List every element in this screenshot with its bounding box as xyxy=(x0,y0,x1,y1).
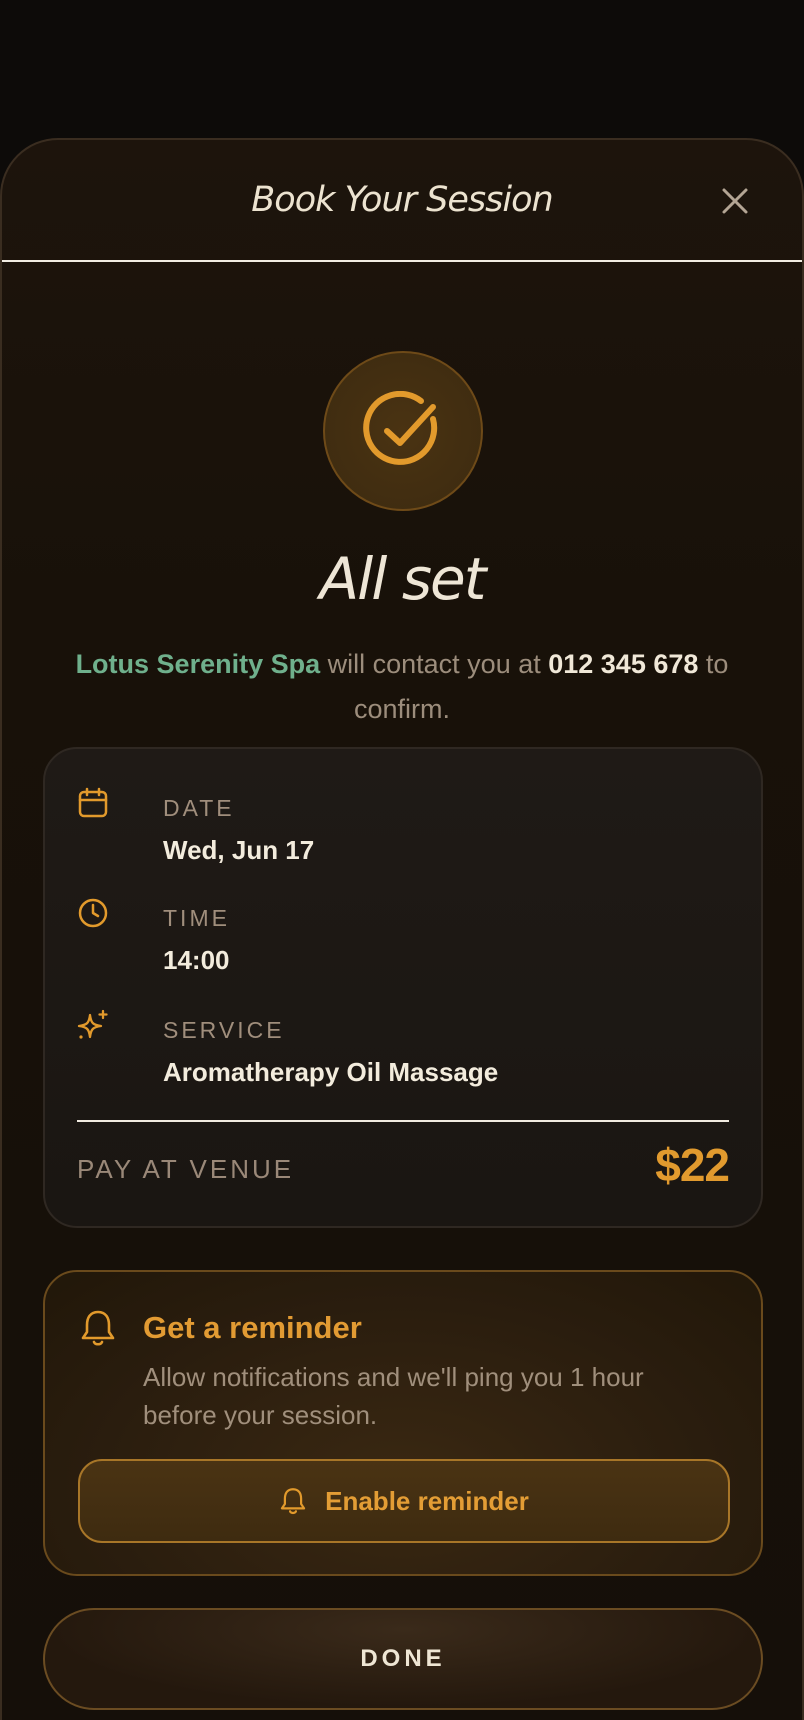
success-badge xyxy=(323,351,483,511)
details-divider xyxy=(77,1120,729,1122)
close-icon xyxy=(722,188,748,214)
sheet-title: Book Your Session xyxy=(251,180,553,220)
confirmation-heading: All set xyxy=(319,545,487,613)
date-value: Wed, Jun 17 xyxy=(163,835,315,865)
booking-details-card: DATE Wed, Jun 17 TIME 14:00 SERVICE Arom… xyxy=(43,747,763,1228)
bell-icon xyxy=(81,1310,115,1346)
reminder-description: Allow notifications and we'll ping you 1… xyxy=(143,1362,644,1430)
confirmation-text-middle: will contact you at xyxy=(320,649,549,679)
spa-name: Lotus Serenity Spa xyxy=(75,649,321,679)
clock-icon xyxy=(78,898,108,928)
sparkle-icon xyxy=(77,1009,108,1039)
time-label: TIME xyxy=(163,905,230,931)
enable-reminder-label: Enable reminder xyxy=(325,1485,529,1516)
booking-sheet: Book Your Session All set Lotus Serenity… xyxy=(0,138,804,1720)
date-label: DATE xyxy=(163,795,235,821)
close-button[interactable] xyxy=(718,184,752,218)
phone-number: 012 345 678 xyxy=(548,649,699,679)
sheet-header: Book Your Session xyxy=(2,140,802,262)
bell-icon xyxy=(280,1488,306,1515)
service-value: Aromatherapy Oil Massage xyxy=(163,1057,499,1087)
reminder-title: Get a reminder xyxy=(143,1310,362,1345)
done-button[interactable]: DONE xyxy=(43,1608,763,1710)
price: $22 xyxy=(655,1139,730,1191)
time-value: 14:00 xyxy=(163,945,230,975)
calendar-icon xyxy=(78,787,108,818)
service-label: SERVICE xyxy=(163,1017,285,1043)
check-circle-icon xyxy=(363,391,438,465)
reminder-card: Get a reminder Allow notifications and w… xyxy=(43,1270,763,1576)
enable-reminder-button[interactable]: Enable reminder xyxy=(78,1459,730,1543)
confirmation-message: Lotus Serenity Spa will contact you at 0… xyxy=(62,642,742,732)
done-label: DONE xyxy=(360,1645,446,1672)
pay-at-venue-label: PAY AT VENUE xyxy=(77,1154,295,1184)
